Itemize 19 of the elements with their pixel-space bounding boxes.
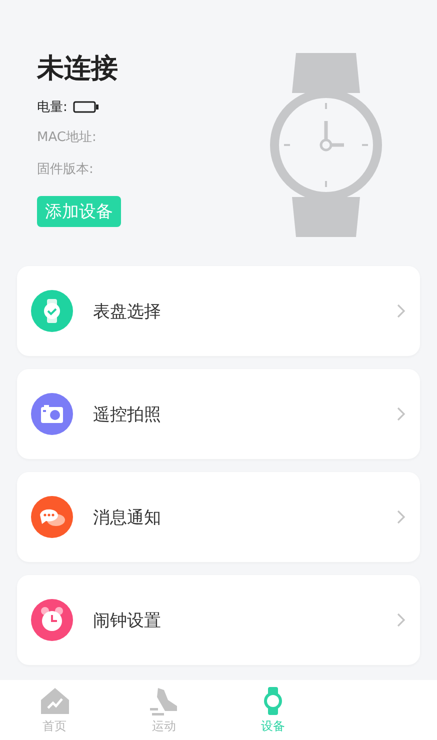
battery-label: 电量: <box>37 99 68 116</box>
menu-label: 遥控拍照 <box>93 404 162 426</box>
menu-label: 闹钟设置 <box>93 610 162 632</box>
chevron-right-icon <box>396 406 406 422</box>
menu-label: 消息通知 <box>93 506 162 528</box>
menu-label: 表盘选择 <box>93 300 162 322</box>
chevron-right-icon <box>396 612 406 628</box>
connection-status: 未连接 <box>37 52 118 86</box>
chevron-right-icon <box>396 303 406 319</box>
home-icon <box>38 686 71 716</box>
menu-item[interactable]: 消息通知 <box>17 472 420 562</box>
firmware-version-label: 固件版本: <box>37 161 94 178</box>
sneaker-icon <box>148 686 180 716</box>
chevron-right-icon <box>396 509 406 525</box>
menu-item[interactable]: 闹钟设置 <box>17 575 420 665</box>
mac-address-label: MAC地址: <box>37 129 96 146</box>
menu-item[interactable]: 遥控拍照 <box>17 369 420 459</box>
battery-icon <box>73 101 100 113</box>
menu-item[interactable]: 表盘选择 <box>17 266 420 356</box>
